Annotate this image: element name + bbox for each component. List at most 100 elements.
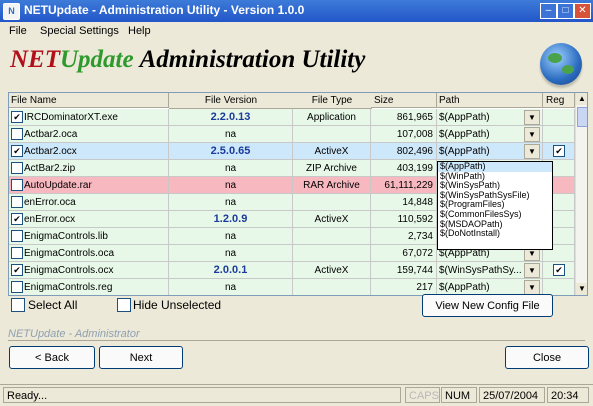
cell-file-name[interactable]: ✔ EnigmaControls.ocx xyxy=(9,262,169,279)
scroll-down-icon[interactable]: ▼ xyxy=(576,283,587,295)
cell-file-type[interactable] xyxy=(293,228,371,245)
file-name: AutoUpdate.rar xyxy=(24,180,92,191)
cell-reg[interactable] xyxy=(543,126,575,143)
menu-special-settings[interactable]: Special Settings xyxy=(40,25,119,37)
cell-size[interactable]: 67,072 xyxy=(371,245,437,262)
dropdown-option[interactable]: $(DoNotInstall) xyxy=(438,229,552,239)
cell-file-name[interactable]: EnigmaControls.reg xyxy=(9,279,169,295)
chevron-down-icon[interactable]: ▼ xyxy=(524,144,540,159)
cell-size[interactable]: 14,848 xyxy=(371,194,437,211)
cell-file-type[interactable]: ZIP Archive xyxy=(293,160,371,177)
view-config-button[interactable]: View New Config File xyxy=(422,294,553,317)
hide-unselected-label[interactable]: Hide Unselected xyxy=(133,298,221,312)
header-size[interactable]: Size xyxy=(371,93,437,108)
cell-file-version[interactable]: na xyxy=(169,126,293,143)
cell-file-version[interactable]: na xyxy=(169,160,293,177)
row-checkbox[interactable] xyxy=(11,179,23,191)
row-checkbox[interactable] xyxy=(11,162,23,174)
path-dropdown-list[interactable]: $(AppPath) $(WinPath) $(WinSysPath) $(WinSy… xyxy=(437,161,553,250)
row-checkbox[interactable] xyxy=(11,128,23,140)
cell-file-name[interactable]: EnigmaControls.lib xyxy=(9,228,169,245)
header-path[interactable]: Path xyxy=(437,93,543,108)
cell-file-name[interactable]: ActBar2.zip xyxy=(9,160,169,177)
vertical-scrollbar[interactable]: ▲ ▼ xyxy=(575,93,587,295)
cell-file-type[interactable] xyxy=(293,279,371,295)
close-button[interactable]: Close xyxy=(505,346,589,369)
cell-file-type[interactable]: ActiveX xyxy=(293,262,371,279)
back-button[interactable]: < Back xyxy=(9,346,95,369)
row-checkbox[interactable]: ✔ xyxy=(11,111,23,123)
cell-file-version[interactable]: 2.0.0.1 xyxy=(169,262,293,279)
hide-unselected-checkbox[interactable] xyxy=(117,298,131,312)
cell-file-type[interactable] xyxy=(293,245,371,262)
cell-file-name[interactable]: EnigmaControls.oca xyxy=(9,245,169,262)
close-window-button[interactable]: ✕ xyxy=(574,3,591,19)
header-file-version[interactable]: File Version xyxy=(169,93,294,109)
cell-path[interactable]: $(AppPath) ▼ xyxy=(437,126,543,143)
cell-file-type[interactable]: ActiveX xyxy=(293,211,371,228)
cell-file-name[interactable]: enError.oca xyxy=(9,194,169,211)
row-checkbox[interactable] xyxy=(11,247,23,259)
cell-file-version[interactable]: 2.5.0.65 xyxy=(169,143,293,160)
cell-file-type[interactable] xyxy=(293,126,371,143)
row-checkbox[interactable]: ✔ xyxy=(11,213,23,225)
cell-file-type[interactable]: RAR Archive xyxy=(293,177,371,194)
cell-reg[interactable] xyxy=(543,109,575,126)
next-button[interactable]: Next xyxy=(99,346,183,369)
cell-path[interactable]: $(AppPath) ▼ xyxy=(437,143,543,160)
chevron-down-icon[interactable]: ▼ xyxy=(524,280,540,295)
reg-checkbox[interactable]: ✔ xyxy=(553,264,565,276)
chevron-down-icon[interactable]: ▼ xyxy=(524,127,540,142)
separator-label: NETUpdate - Administrator xyxy=(8,328,140,340)
cell-file-version[interactable]: 1.2.0.9 xyxy=(169,211,293,228)
select-all-checkbox[interactable] xyxy=(11,298,25,312)
cell-file-type[interactable]: Application xyxy=(293,109,371,126)
reg-checkbox[interactable]: ✔ xyxy=(553,145,565,157)
row-checkbox[interactable] xyxy=(11,196,23,208)
cell-file-version[interactable]: 2.2.0.13 xyxy=(169,109,293,126)
row-checkbox[interactable]: ✔ xyxy=(11,264,23,276)
row-checkbox[interactable] xyxy=(11,281,23,293)
cell-file-version[interactable]: na xyxy=(169,177,293,194)
cell-file-version[interactable]: na xyxy=(169,194,293,211)
row-checkbox[interactable] xyxy=(11,230,23,242)
cell-size[interactable]: 2,734 xyxy=(371,228,437,245)
cell-file-type[interactable]: ActiveX xyxy=(293,143,371,160)
scroll-thumb[interactable] xyxy=(577,107,587,127)
cell-file-name[interactable]: AutoUpdate.rar xyxy=(9,177,169,194)
cell-file-version[interactable]: na xyxy=(169,245,293,262)
chevron-down-icon[interactable]: ▼ xyxy=(524,110,540,125)
num-indicator: NUM xyxy=(441,387,477,403)
cell-size[interactable]: 861,965 xyxy=(371,109,437,126)
cell-file-type[interactable] xyxy=(293,194,371,211)
minimize-button[interactable]: – xyxy=(540,3,557,19)
cell-reg[interactable]: ✔ xyxy=(543,262,575,279)
cell-path[interactable]: $(WinSysPathSy... ▼ xyxy=(437,262,543,279)
cell-path[interactable]: $(AppPath) ▼ xyxy=(437,109,543,126)
header-reg[interactable]: Reg xyxy=(543,93,575,108)
cell-size[interactable]: 61,111,229 xyxy=(371,177,437,194)
cell-size[interactable]: 159,744 xyxy=(371,262,437,279)
cell-reg[interactable]: ✔ xyxy=(543,143,575,160)
cell-file-name[interactable]: ✔ IRCDominatorXT.exe xyxy=(9,109,169,126)
cell-file-version[interactable]: na xyxy=(169,279,293,295)
cell-size[interactable]: 802,496 xyxy=(371,143,437,160)
cell-size[interactable]: 403,199 xyxy=(371,160,437,177)
maximize-button[interactable]: □ xyxy=(557,3,574,19)
cell-file-name[interactable]: ✔ Actbar2.ocx xyxy=(9,143,169,160)
menu-file[interactable]: File xyxy=(9,25,27,37)
file-version: na xyxy=(224,282,237,293)
cell-size[interactable]: 107,008 xyxy=(371,126,437,143)
cell-file-name[interactable]: Actbar2.oca xyxy=(9,126,169,143)
menu-help[interactable]: Help xyxy=(128,25,151,37)
select-all-label[interactable]: Select All xyxy=(28,298,77,312)
header-file-name[interactable]: File Name xyxy=(9,93,169,108)
cell-size[interactable]: 110,592 xyxy=(371,211,437,228)
chevron-down-icon[interactable]: ▼ xyxy=(524,263,540,278)
row-checkbox[interactable]: ✔ xyxy=(11,145,23,157)
scroll-up-icon[interactable]: ▲ xyxy=(576,93,587,105)
cell-file-name[interactable]: ✔ enError.ocx xyxy=(9,211,169,228)
status-bar: Ready... CAPS NUM 25/07/2004 20:34 xyxy=(0,384,593,406)
header-file-type[interactable]: File Type xyxy=(293,93,372,109)
cell-file-version[interactable]: na xyxy=(169,228,293,245)
